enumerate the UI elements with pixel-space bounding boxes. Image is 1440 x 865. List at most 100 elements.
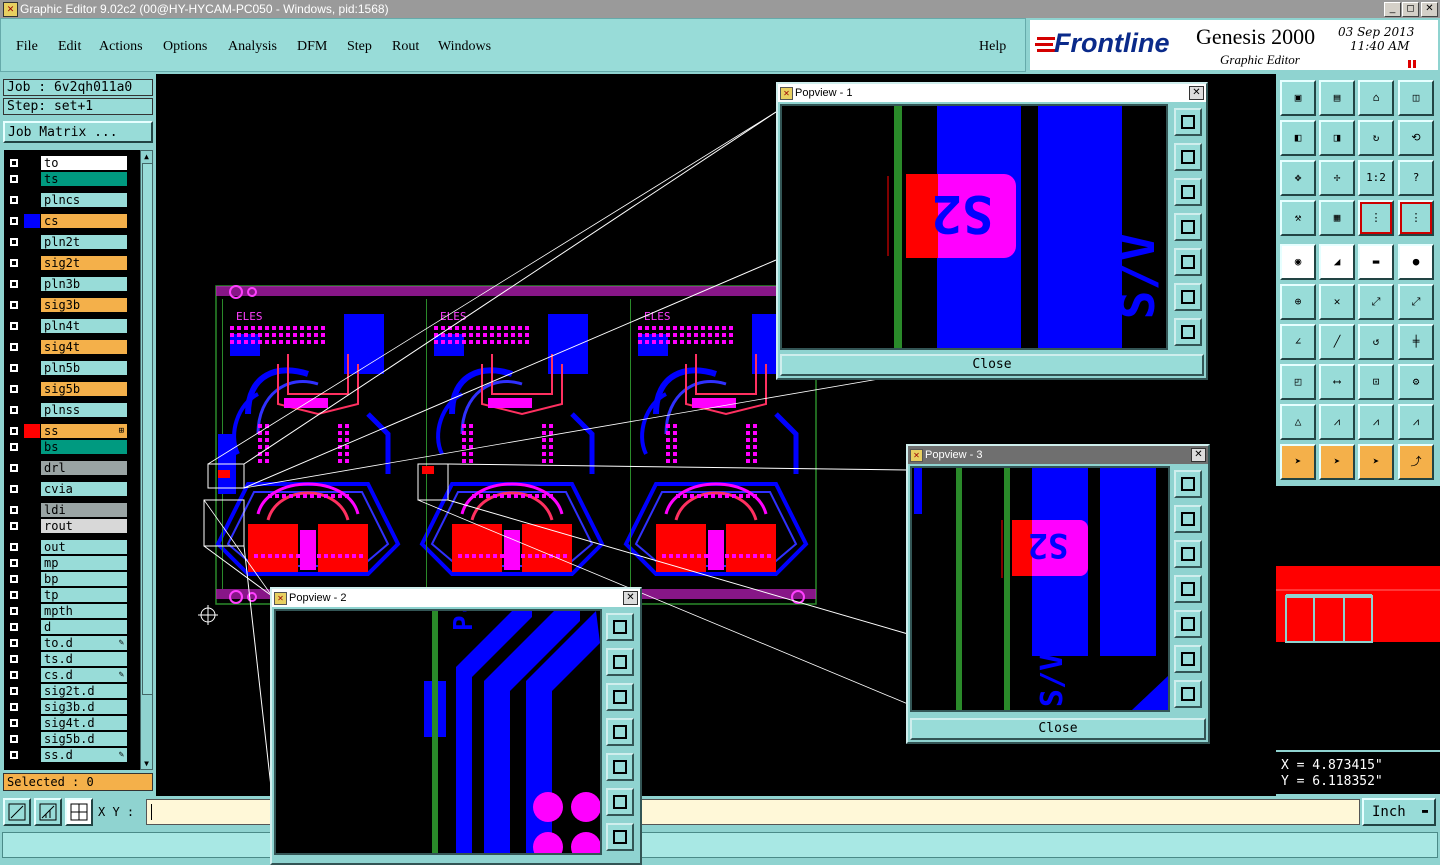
layer-row[interactable]: plnss [7,403,127,417]
layer-row[interactable]: pln4t [7,319,127,333]
flip-icon[interactable]: ⟷ [1319,364,1355,400]
pointer-icon[interactable]: ➤ [1280,444,1316,480]
redraw-icon[interactable]: ⟲ [1398,120,1434,156]
connect-icon[interactable]: ⊕ [1280,284,1316,320]
layer-checkbox[interactable] [9,574,19,584]
layer-row[interactable]: pln5b [7,361,127,375]
layer-checkbox[interactable] [9,300,19,310]
pointer-circle-icon[interactable]: ➤ [1358,444,1394,480]
unit-selector[interactable]: Inch ▬ [1362,798,1436,826]
layer-color-swatch[interactable] [24,193,40,207]
popview-3-tool-5[interactable] [1174,610,1202,638]
popview-2-tool-7[interactable] [606,823,634,851]
layer-color-swatch[interactable] [24,652,40,666]
layer-color-swatch[interactable] [24,340,40,354]
layer-list-scrollbar[interactable]: ▲ ▼ [140,150,153,770]
layer-checkbox[interactable] [9,174,19,184]
layer-name[interactable]: pln5b [41,361,127,375]
menu-edit[interactable]: Edit [58,39,81,55]
layer-checkbox[interactable] [9,384,19,394]
save-view-icon[interactable]: ▤ [1319,80,1355,116]
menu-file[interactable]: File [16,39,38,55]
layer-name[interactable]: plnss [41,403,127,417]
ruler-icon[interactable]: ▬ [1358,244,1394,280]
layer-row[interactable]: ldi [7,503,127,517]
layer-color-swatch[interactable] [24,668,40,682]
layer-color-swatch[interactable] [24,503,40,517]
select-point-icon[interactable]: ◉ [1280,244,1316,280]
menu-options[interactable]: Options [163,39,207,55]
layer-row[interactable]: d [7,620,127,634]
center-icon[interactable]: ✢ [1319,160,1355,196]
layer-row[interactable]: rout [7,519,127,533]
layer-color-swatch[interactable] [24,732,40,746]
popview-2-view[interactable]: P- [274,609,602,855]
menu-rout[interactable]: Rout [392,39,419,55]
layer-color-swatch[interactable] [24,424,40,438]
layer-row[interactable]: ts [7,172,127,186]
layer-name[interactable]: pln2t [41,235,127,249]
layer-color-swatch[interactable] [24,748,40,762]
pointer-box-icon[interactable]: ➤ [1319,444,1355,480]
layer-name[interactable]: pln4t [41,319,127,333]
popview-2-tool-6[interactable] [606,788,634,816]
popview-3-close-button[interactable]: Close [910,718,1206,740]
layer-checkbox[interactable] [9,542,19,552]
layer-checkbox[interactable] [9,363,19,373]
layer-name[interactable]: ts.d [41,652,127,666]
popview-3-tool-2[interactable] [1174,505,1202,533]
layer-row[interactable]: sig4t [7,340,127,354]
arch-icon[interactable]: ⩘ [1319,404,1355,440]
menu-actions[interactable]: Actions [99,39,143,55]
layer-checkbox[interactable] [9,622,19,632]
scroll-thumb[interactable] [142,163,153,695]
layer-row[interactable]: mpth [7,604,127,618]
layer-row[interactable]: mp [7,556,127,570]
layer-row[interactable]: sig5b [7,382,127,396]
popview-3-close-icon[interactable]: ✕ [1191,448,1206,462]
layer-row[interactable]: plncs [7,193,127,207]
layer-color-swatch[interactable] [24,540,40,554]
grid-icon[interactable]: ▦ [1319,200,1355,236]
layer-checkbox[interactable] [9,463,19,473]
layer-color-swatch[interactable] [24,700,40,714]
layer-checkbox[interactable] [9,670,19,680]
layer-row[interactable]: out [7,540,127,554]
fit-screen-icon[interactable]: ✥ [1280,160,1316,196]
dimension-icon[interactable]: ⊡ [1358,364,1394,400]
layer-color-swatch[interactable] [24,684,40,698]
layer-color-swatch[interactable] [24,156,40,170]
zoom-window-icon[interactable] [3,798,31,826]
popview-1-close-button[interactable]: Close [780,354,1204,376]
popview-3-tool-6[interactable] [1174,645,1202,673]
measure-icon[interactable] [34,798,62,826]
zoom-out-icon[interactable]: ◨ [1319,120,1355,156]
popview-3-tool-4[interactable] [1174,575,1202,603]
layer-color-swatch[interactable] [24,361,40,375]
layer-row[interactable]: sig4t.d [7,716,127,730]
layer-name[interactable]: sig5b [41,382,127,396]
layer-row[interactable]: bs [7,440,127,454]
popview-2-tool-5[interactable] [606,753,634,781]
menu-analysis[interactable]: Analysis [228,39,277,55]
layer-row[interactable]: to.d ✎ [7,636,127,650]
layer-checkbox[interactable] [9,405,19,415]
popview-1-close-icon[interactable]: ✕ [1189,86,1204,100]
layer-checkbox[interactable] [9,702,19,712]
popview-3-tool-3[interactable] [1174,540,1202,568]
popview-1-tool-2[interactable] [1174,143,1202,171]
arc-icon[interactable]: ↺ [1358,324,1394,360]
layer-color-swatch[interactable] [24,235,40,249]
layer-name[interactable]: d [41,620,127,634]
window-icon[interactable]: ◫ [1398,80,1434,116]
popview-3-view[interactable]: S2 S/V [910,466,1170,712]
popview-2-tool-3[interactable] [606,683,634,711]
layer-color-swatch[interactable] [24,604,40,618]
layer-row[interactable]: sig2t [7,256,127,270]
popview-1-tool-5[interactable] [1174,248,1202,276]
layer-name[interactable]: sig4t.d [41,716,127,730]
layer-name[interactable]: ldi [41,503,127,517]
layer-name[interactable]: to [41,156,127,170]
layer-color-swatch[interactable] [24,440,40,454]
layer-name[interactable]: sig3b [41,298,127,312]
